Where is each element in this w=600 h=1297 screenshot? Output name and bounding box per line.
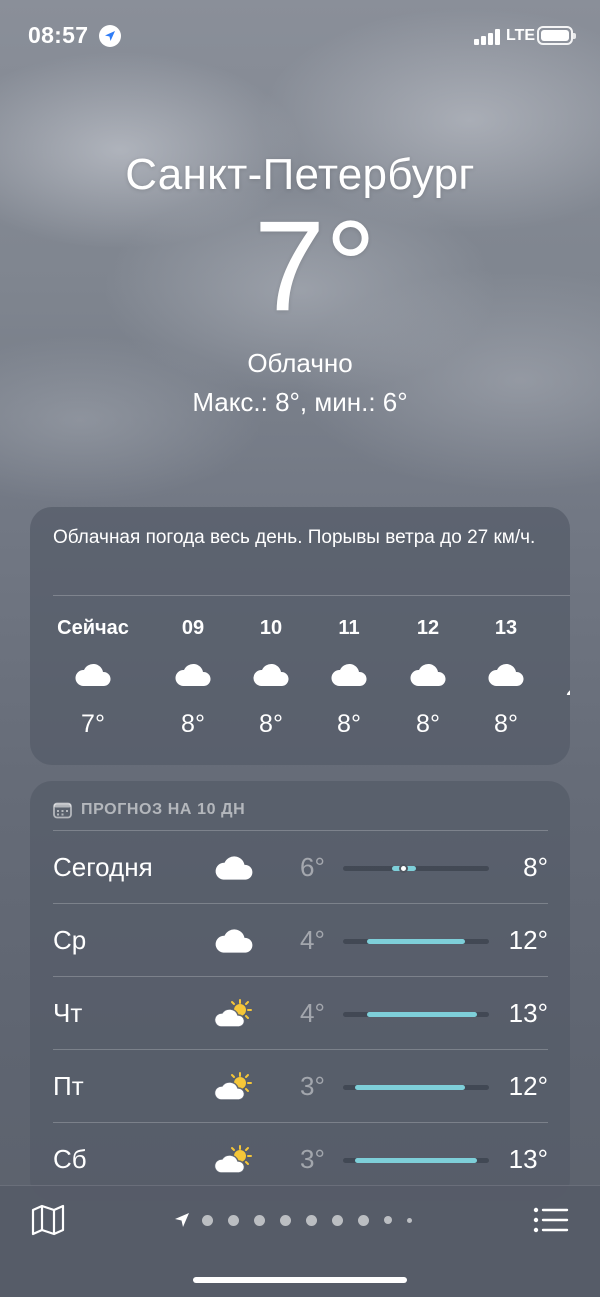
daily-row[interactable]: Пт 3° 12° [53,1049,548,1122]
page-dot[interactable] [358,1214,369,1226]
cloud-icon [173,660,213,688]
day-low-temp: 4° [300,925,325,955]
hour-temp: 8° [416,710,440,738]
page-dot[interactable] [202,1214,213,1226]
hourly-item: 10 8° [231,617,311,739]
partly-sunny-icon [213,997,255,1029]
page-dot[interactable] [228,1214,239,1226]
current-temperature: 7° [253,195,377,338]
day-high-temp: 13° [508,1144,548,1174]
hourly-overflow-cloud-icon [564,679,570,695]
weather-summary: Облачная погода весь день. Порывы ветра … [53,527,536,548]
divider [53,595,570,596]
battery-icon [537,26,576,45]
hour-temp: 8° [337,710,361,738]
cloud-icon [408,660,448,688]
cloud-icon [329,660,369,688]
current-temp-dot [399,864,409,873]
map-icon[interactable] [30,1204,66,1236]
hourly-item: 12 8° [388,617,468,739]
hourly-item: 13 8° [466,617,546,739]
daily-forecast-card[interactable]: ПРОГНОЗ НА 10 ДН Сегодня 6° 8° Ср 4° 12° Чт 4° 1… [30,781,570,1201]
temp-range-bar [343,1158,489,1163]
city-name: Санкт-Петербург [125,150,475,199]
temp-range-fill [367,939,465,944]
day-name: Пт [53,1071,84,1101]
page-dot[interactable] [384,1216,392,1224]
page-dot[interactable] [254,1214,265,1226]
page-dot[interactable] [407,1217,412,1223]
hour-temp: 8° [259,710,283,738]
hour-label: 10 [259,617,283,639]
cloud-icon [73,660,113,688]
page-dot[interactable] [280,1214,291,1226]
daily-row[interactable]: Ср 4° 12° [53,903,548,976]
page-indicator[interactable] [174,1213,427,1227]
signal-icon [474,29,502,45]
daily-header-label: ПРОГНОЗ НА 10 ДН [81,801,246,818]
day-high-temp: 13° [508,998,548,1028]
calendar-icon [53,802,72,818]
daily-row[interactable]: Сегодня 6° 8° [53,830,548,903]
daily-header: ПРОГНОЗ НА 10 ДН [53,799,245,821]
hourly-item: 09 8° [153,617,233,739]
hour-temp: 7° [81,710,105,738]
day-low-temp: 3° [300,1071,325,1101]
day-name: Ср [53,925,87,955]
hour-temp: 8° [181,710,205,738]
hour-temp: 8° [494,710,518,738]
temp-range-bar [343,864,489,873]
day-name: Чт [53,998,83,1028]
hour-label: Сейчас [57,617,129,639]
temp-range-fill [367,1012,477,1017]
day-low-temp: 6° [300,852,325,882]
day-name: Сегодня [53,852,153,882]
partly-sunny-icon [213,1070,255,1102]
status-bar: 08:57 LTE [0,0,600,70]
partly-sunny-icon [213,1143,255,1175]
network-label: LTE [506,27,536,44]
hourly-item: 11 8° [309,617,389,739]
hi-lo-text: Макс.: 8°, мин.: 6° [192,387,408,417]
hour-label: 12 [416,617,440,639]
day-high-temp: 12° [508,1071,548,1101]
page-dot[interactable] [306,1214,317,1226]
cloud-icon [486,660,526,688]
condition-text: Облачно [247,348,353,378]
hourly-forecast-card[interactable]: Облачная погода весь день. Порывы ветра … [30,507,570,765]
home-indicator[interactable] [193,1277,407,1283]
temp-range-bar [343,939,489,944]
day-low-temp: 3° [300,1144,325,1174]
temp-range-bar [343,1012,489,1017]
hourly-item: Сейчас 7° [53,617,133,739]
day-name: Сб [53,1144,87,1174]
page-dot[interactable] [332,1214,343,1226]
list-icon[interactable] [533,1206,569,1234]
current-location-arrow-icon [175,1213,189,1227]
day-high-temp: 8° [523,852,548,882]
location-arrow-icon [99,25,121,47]
hour-label: 09 [181,617,205,639]
hour-label: 13 [494,617,518,639]
temp-range-fill [355,1085,465,1090]
status-time: 08:57 [28,22,89,48]
temp-range-bar [343,1085,489,1090]
cloud-icon [213,924,255,956]
day-low-temp: 4° [300,998,325,1028]
cloud-icon [251,660,291,688]
temp-range-fill [355,1158,477,1163]
hour-label: 11 [338,617,360,639]
cloud-icon [213,851,255,883]
daily-row[interactable]: Чт 4° 13° [53,976,548,1049]
day-high-temp: 12° [508,925,548,955]
